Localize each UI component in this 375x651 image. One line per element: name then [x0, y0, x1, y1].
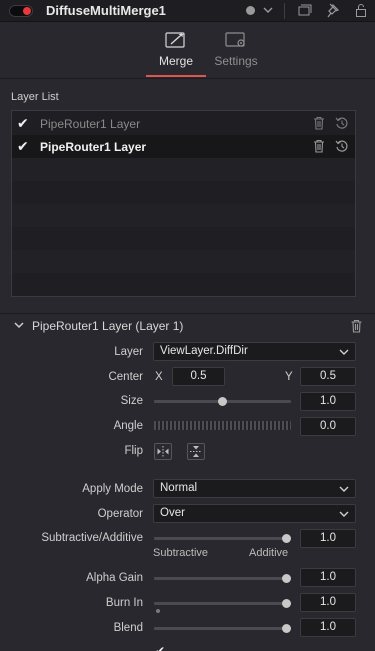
empty-row: [12, 273, 355, 296]
layer-name: PipeRouter1 Layer: [40, 117, 141, 131]
empty-row: [12, 204, 355, 227]
subtractive-additive-slider-track[interactable]: [154, 537, 291, 540]
layer-dropdown-value: ViewLayer.DiffDir: [160, 345, 248, 357]
angle-thumbwheel[interactable]: [154, 421, 291, 430]
subtractive-additive-label: Subtractive/Additive: [41, 532, 143, 544]
flip-label: Flip: [124, 445, 143, 457]
layer-name: PipeRouter1 Layer: [40, 140, 147, 154]
chevron-down-icon[interactable]: [13, 319, 25, 331]
flip-horizontal-icon: [157, 446, 169, 457]
reset-icon[interactable]: [335, 116, 349, 130]
center-label: Center: [108, 371, 143, 383]
layer-group-header[interactable]: PipeRouter1 Layer (Layer 1): [0, 315, 375, 337]
angle-field[interactable]: 0.0: [300, 417, 356, 436]
layer-list-item[interactable]: ✔ PipeRouter1 Layer: [12, 135, 355, 158]
chevron-down-icon: [339, 349, 349, 355]
layer-list[interactable]: ✔ PipeRouter1 Layer ✔ PipeRouter1 Layer: [11, 110, 356, 297]
checkmark-icon[interactable]: ✔: [17, 116, 31, 130]
settings-gear-icon: [225, 32, 245, 47]
blend-slider-knob[interactable]: [281, 624, 291, 633]
center-x-field[interactable]: 0.5: [172, 367, 225, 386]
version-dot-icon[interactable]: [246, 6, 255, 15]
subtractive-additive-slider-knob[interactable]: [281, 534, 291, 543]
angle-label: Angle: [113, 420, 143, 432]
layer-label: Layer: [114, 346, 143, 358]
alpha-gain-slider-knob[interactable]: [281, 574, 291, 583]
trash-icon[interactable]: [312, 139, 326, 153]
center-y-field[interactable]: 0.5: [300, 367, 356, 386]
flip-vertical-icon: [190, 446, 202, 457]
node-enable-toggle[interactable]: [9, 5, 33, 17]
additive-caption: Additive: [249, 547, 289, 559]
burn-in-slider-knob[interactable]: [281, 599, 291, 608]
chevron-down-icon[interactable]: [263, 5, 273, 15]
tab-merge-label: Merge: [158, 54, 193, 68]
apply-mode-value: Normal: [160, 482, 198, 494]
duplicate-icon[interactable]: [298, 4, 312, 17]
divider: [284, 3, 285, 19]
size-label: Size: [120, 395, 143, 407]
tab-merge[interactable]: Merge: [144, 31, 208, 77]
toggle-knob: [23, 7, 31, 15]
reset-icon[interactable]: [335, 139, 349, 153]
merge-wand-icon: [165, 32, 185, 48]
node-title-bar: DiffuseMultiMerge1: [0, 0, 375, 22]
center-y-label: Y: [285, 371, 293, 383]
active-tab-indicator: [146, 75, 206, 77]
tab-settings[interactable]: Settings: [204, 31, 268, 77]
operator-dropdown[interactable]: Over: [153, 504, 356, 523]
chevron-down-icon: [339, 486, 349, 492]
center-x-label: X: [155, 371, 163, 383]
subtractive-additive-field[interactable]: 1.0: [300, 529, 356, 548]
flip-horizontal-button[interactable]: [154, 443, 172, 460]
burn-in-field[interactable]: 1.0: [300, 593, 356, 612]
tab-settings-label: Settings: [214, 54, 258, 68]
alpha-gain-slider-track[interactable]: [154, 577, 291, 580]
section-divider: [0, 313, 375, 314]
blend-slider-track[interactable]: [154, 627, 291, 630]
apply-mode-label: Apply Mode: [82, 483, 143, 495]
pin-icon[interactable]: [327, 3, 340, 18]
operator-label: Operator: [97, 508, 143, 520]
layer-list-item[interactable]: ✔ PipeRouter1 Layer: [12, 112, 355, 135]
subtractive-caption: Subtractive: [153, 547, 209, 559]
node-title: DiffuseMultiMerge1: [46, 3, 166, 18]
operator-value: Over: [160, 507, 185, 519]
burn-in-label: Burn In: [105, 597, 143, 609]
alpha-gain-label: Alpha Gain: [86, 572, 143, 584]
size-slider-knob[interactable]: [218, 397, 227, 406]
lock-icon[interactable]: [355, 3, 367, 18]
empty-row: [12, 250, 355, 273]
empty-row: [12, 158, 355, 181]
layer-list-heading: Layer List: [11, 91, 59, 103]
inspector-tabs: Merge Settings: [0, 23, 375, 79]
apply-mode-dropdown[interactable]: Normal: [153, 479, 356, 498]
checkmark-icon[interactable]: ✔: [17, 139, 31, 153]
burn-in-slider-track[interactable]: [154, 602, 291, 605]
blend-label: Blend: [113, 622, 143, 634]
size-field[interactable]: 1.0: [300, 392, 356, 411]
chevron-down-icon: [339, 511, 349, 517]
alpha-gain-field[interactable]: 1.0: [300, 568, 356, 587]
trash-icon[interactable]: [312, 116, 326, 130]
flip-vertical-button[interactable]: [187, 443, 205, 460]
trash-icon[interactable]: [350, 319, 363, 333]
blend-field[interactable]: 1.0: [300, 618, 356, 637]
checkmark-icon[interactable]: ✔: [155, 645, 167, 651]
layer-dropdown[interactable]: ViewLayer.DiffDir: [153, 342, 356, 361]
default-marker: [156, 609, 160, 613]
layer-group-title: PipeRouter1 Layer (Layer 1): [32, 319, 184, 333]
empty-row: [12, 181, 355, 204]
empty-row: [12, 227, 355, 250]
